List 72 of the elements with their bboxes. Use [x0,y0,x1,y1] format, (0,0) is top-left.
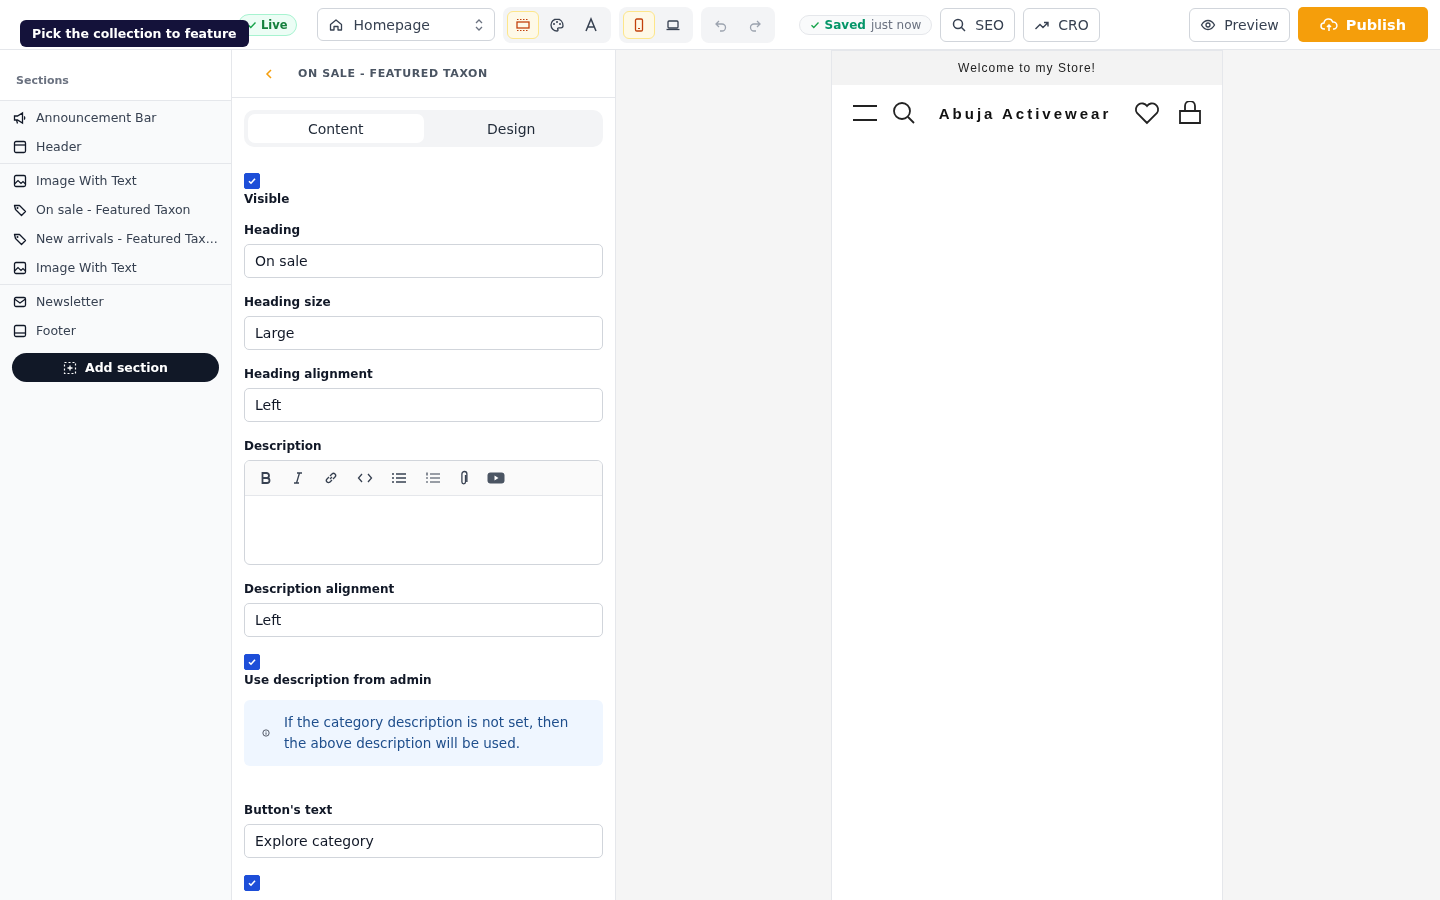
info-icon [262,726,271,740]
paperclip-icon[interactable] [459,470,469,486]
field-label: Description [244,439,323,453]
code-icon[interactable] [357,471,373,485]
palette-icon [548,16,565,33]
italic-icon[interactable] [291,471,305,485]
cro-button[interactable]: CRO [1023,7,1100,42]
section-item[interactable]: New arrivals - Featured Tax... [0,224,231,253]
store-name[interactable]: Abuja Activewear [930,104,1120,122]
add-icon [63,360,77,375]
preview-button[interactable]: Preview [1189,7,1290,42]
shopping-bag-icon[interactable] [1178,101,1202,125]
footer-icon [13,323,27,338]
tab[interactable]: Design [423,114,599,143]
image-icon [13,260,27,275]
note-text: If the category description is not set, then the above description will be used. [284,713,570,753]
field-label: Heading size [244,295,332,309]
checkbox[interactable] [244,875,260,891]
tag-icon [13,231,27,246]
header-icon [13,139,27,154]
heart-icon[interactable] [1134,101,1160,125]
check-icon [247,657,257,667]
section-item[interactable]: Image With Text [0,253,231,282]
field-label: Description alignment [244,582,396,596]
check-icon [809,19,820,30]
seo-button[interactable]: SEO [940,7,1016,42]
search-icon[interactable] [892,101,916,125]
field-label: Button's text [244,803,334,817]
bold-icon[interactable] [259,471,273,485]
check-icon [247,176,257,186]
section-item[interactable]: Image With Text [0,166,231,195]
link-icon[interactable] [323,470,339,486]
menu-icon[interactable] [852,104,878,122]
chevron-updown-icon [473,17,484,32]
font-icon [582,16,599,33]
section-item[interactable]: Announcement Bar [0,103,231,132]
sidebar-heading: Sections [0,50,231,101]
input-field[interactable]: Large [244,316,603,350]
section-item[interactable]: On sale - Featured Taxon [0,195,231,224]
saved-status: Saved just now [798,14,933,35]
input-field[interactable]: Explore category [244,824,603,858]
section-item[interactable]: Newsletter [0,287,231,316]
field-label: Use description from admin [244,673,433,687]
cloud-upload-icon [1319,16,1338,33]
bullet-list-icon[interactable] [391,471,407,485]
page-select[interactable]: Homepage [316,8,495,41]
layout-icon [514,16,531,33]
check-icon [247,878,257,888]
tag-icon [13,202,27,217]
mail-icon [13,294,27,309]
tab[interactable]: Content [248,114,424,143]
tooltip: Pick the collection to feature [20,20,249,47]
numbered-list-icon[interactable] [425,471,441,485]
search-icon [951,16,968,33]
field-label: Heading [244,223,302,237]
image-icon [13,173,27,188]
check-icon [247,19,257,30]
input-field[interactable]: Left [244,388,603,422]
megaphone-icon [13,110,27,125]
checkbox[interactable] [244,654,260,670]
checkbox[interactable] [244,173,260,189]
add-section-button[interactable]: Add section [12,353,219,382]
section-item[interactable]: Footer [0,316,231,345]
announcement-bar: Welcome to my Store! [832,51,1222,85]
input-field[interactable]: Left [244,603,603,637]
input-field[interactable]: On sale [244,244,603,278]
section-item[interactable]: Header [0,132,231,161]
mobile-view-button[interactable] [622,10,655,39]
field-label: Heading alignment [244,367,374,381]
field-label: Visible [244,192,291,206]
video-icon[interactable] [487,471,505,485]
panel-title: ON SALE - FEATURED TAXON [298,67,488,80]
